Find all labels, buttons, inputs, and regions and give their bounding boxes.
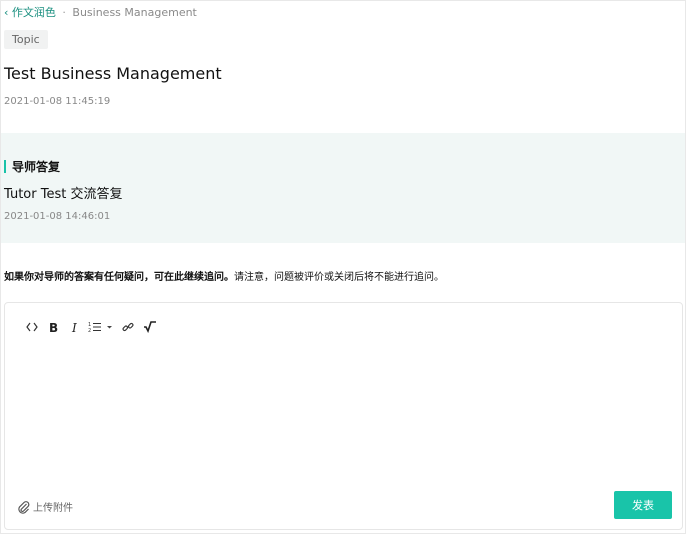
answer-body: Tutor Test 交流答复 bbox=[4, 187, 123, 202]
topic-date: 2021-01-08 11:45:19 bbox=[4, 96, 111, 107]
notice-text: 请注意，问题被评价或关闭后将不能进行追问。 bbox=[234, 272, 444, 283]
bold-icon[interactable]: B bbox=[43, 319, 65, 335]
italic-icon[interactable]: I bbox=[65, 319, 87, 335]
breadcrumb-current: Business Management bbox=[72, 6, 197, 19]
breadcrumb-separator: · bbox=[62, 6, 66, 19]
ordered-list-icon[interactable]: 1 2 bbox=[87, 319, 117, 335]
paperclip-icon bbox=[18, 500, 30, 514]
editor-toolbar: B I 1 2 bbox=[21, 319, 161, 335]
answer-heading: 导师答复 bbox=[12, 160, 61, 174]
topic-tag: Topic bbox=[4, 30, 48, 49]
svg-text:2: 2 bbox=[88, 328, 91, 333]
formula-icon[interactable] bbox=[139, 319, 161, 335]
link-icon[interactable] bbox=[117, 319, 139, 335]
submit-button[interactable]: 发表 bbox=[614, 491, 672, 519]
reply-editor: B I 1 2 上传附件 发表 bbox=[4, 302, 683, 530]
svg-text:I: I bbox=[71, 321, 77, 334]
page-title: Test Business Management bbox=[4, 64, 222, 83]
breadcrumb: ‹ 作文润色 · Business Management bbox=[4, 4, 197, 20]
svg-text:B: B bbox=[49, 321, 58, 334]
breadcrumb-back-link[interactable]: ‹ 作文润色 bbox=[4, 6, 56, 19]
notice-bold-text: 如果你对导师的答案有任何疑问，可在此继续追问。 bbox=[4, 272, 234, 283]
answer-date: 2021-01-08 14:46:01 bbox=[4, 211, 111, 222]
upload-label: 上传附件 bbox=[33, 503, 73, 514]
tutor-answer-section: 导师答复 Tutor Test 交流答复 2021-01-08 14:46:01 bbox=[1, 133, 685, 243]
upload-attachment-button[interactable]: 上传附件 bbox=[17, 499, 73, 514]
follow-up-notice: 如果你对导师的答案有任何疑问，可在此继续追问。请注意，问题被评价或关闭后将不能进… bbox=[4, 268, 444, 283]
reply-text-area[interactable] bbox=[21, 343, 666, 481]
code-icon[interactable] bbox=[21, 319, 43, 335]
answer-accent-bar bbox=[4, 160, 6, 173]
